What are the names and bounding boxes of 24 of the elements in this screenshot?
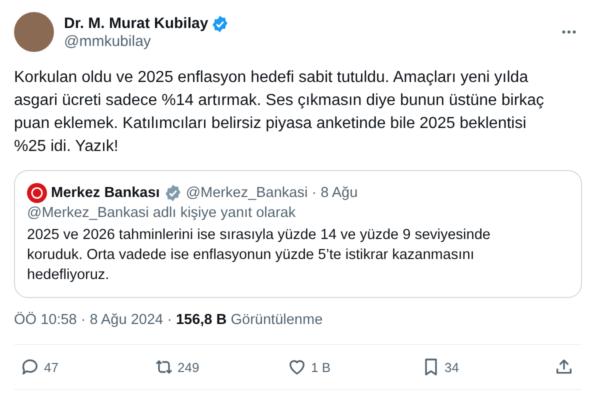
dot-separator: · bbox=[80, 312, 86, 328]
reply-button[interactable]: 47 bbox=[18, 355, 128, 379]
views-label: Görüntülenme bbox=[230, 312, 323, 328]
author-handle[interactable]: @mmkubilay bbox=[64, 32, 550, 50]
like-button[interactable]: 1 B bbox=[285, 355, 395, 379]
speech-bubble-icon bbox=[20, 357, 40, 377]
quoted-author-handle: @Merkez_Bankasi bbox=[186, 184, 308, 203]
quoted-author-name: Merkez Bankası bbox=[51, 184, 160, 203]
bank-logo-icon bbox=[27, 183, 47, 203]
quoted-post-date: 8 Ağu bbox=[320, 184, 358, 203]
heart-icon bbox=[287, 357, 307, 377]
reply-context: @Merkez_Bankasi adlı kişiye yanıt olarak bbox=[27, 204, 297, 223]
repost-button[interactable]: 249 bbox=[152, 355, 262, 379]
dot-separator: · bbox=[167, 312, 172, 328]
author-name[interactable]: Dr. M. Murat Kubilay bbox=[64, 15, 208, 32]
view-count: 156,8 B bbox=[176, 312, 227, 328]
bookmark-button[interactable]: 34 bbox=[418, 355, 528, 379]
quoted-post-text: 2025 ve 2026 tahminlerini ise sırasıyla yüzde 14 ve yüzde 9 seviyesinde koruduk. Orta vadede ise enflasyonun yüzde 5’te istikrar kazanmasını hedefliyoruz. bbox=[27, 226, 492, 285]
quoted-post-card[interactable] bbox=[14, 170, 582, 298]
post-date[interactable]: 8 Ağu 2024 bbox=[90, 312, 164, 328]
post-text: Korkulan oldu ve 2025 enflasyon hedefi sabit tutuldu. Amaçları yeni yılda asgari ücreti sadece %14 artırmak. Ses çıkmasın diye bunun üstüne birkaç puan eklemek. Katılımcıları belirsiz piyasa anketinde bile 2025 beklentisi %25 idi. Yazık! bbox=[14, 68, 546, 157]
avatar-photo-placeholder[interactable] bbox=[14, 12, 54, 52]
dot-separator: · bbox=[312, 184, 317, 203]
post-time[interactable]: ÖÖ 10:58 bbox=[14, 312, 77, 328]
